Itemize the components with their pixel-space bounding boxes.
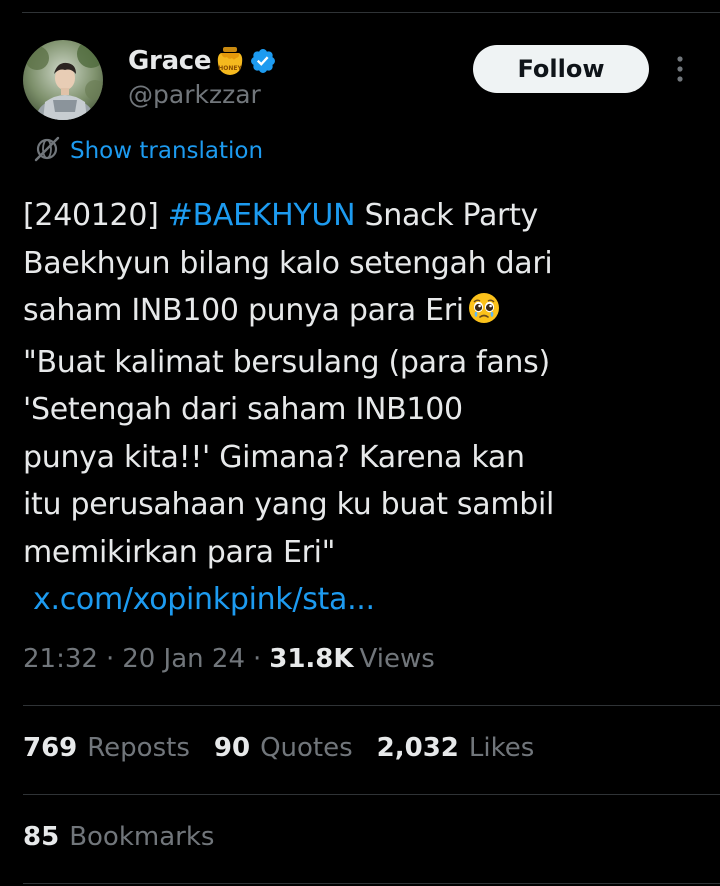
tweet-link[interactable]: x.com/xopinkpink/sta... (23, 582, 375, 617)
globe-icon (34, 136, 60, 166)
hashtag-link[interactable]: #BAEKHYUN (168, 198, 356, 233)
svg-text:HONEY: HONEY (218, 65, 242, 72)
divider-bottom (23, 883, 720, 884)
tweet-line-7: itu perusahaan yang ku buat sambil (23, 487, 555, 522)
tweet-date[interactable]: 20 Jan 24 (122, 644, 245, 674)
tweet-line-1: [240120] #BAEKHYUN Snack Party (23, 192, 683, 240)
views-count: 31.8K (269, 644, 354, 674)
verified-badge-icon (249, 47, 277, 75)
tweet-line-1-rest: Snack Party (364, 198, 539, 233)
meta-separator-2: · (252, 644, 262, 674)
bookmarks-stat[interactable]: 85 Bookmarks (23, 822, 214, 852)
author-handle[interactable]: @parkzzar (128, 80, 261, 109)
tweet-line-6: punya kita!!' Gimana? Karena kan (23, 439, 525, 475)
tweet-line-4: "Buat kalimat bersulang (para fans) (23, 344, 550, 380)
reposts-stat[interactable]: 769 Reposts (23, 733, 190, 763)
follow-button[interactable]: Follow (473, 45, 649, 93)
divider-after-meta (23, 705, 720, 706)
show-translation-label[interactable]: Show translation (70, 138, 263, 164)
tweet-line-2: Baekhyun bilang kalo setengah dari (23, 245, 553, 281)
divider-after-stats (23, 794, 720, 795)
tweet-line-5: 'Setengah dari saham INB100 (23, 392, 463, 427)
tweet-line-3-text: saham INB100 punya para Eri (23, 293, 464, 328)
vertical-dots-icon[interactable] (668, 52, 692, 86)
likes-count: 2,032 (376, 733, 459, 763)
top-divider (22, 12, 720, 13)
honey-pot-icon: HONEY (215, 45, 245, 77)
quotes-stat[interactable]: 90 Quotes (214, 733, 353, 763)
pleading-face-emoji-icon (468, 291, 500, 339)
show-translation-link[interactable]: Show translation (34, 134, 263, 168)
engagement-stats: 769 Reposts 90 Quotes 2,032 Likes (23, 733, 558, 763)
tweet-line-8: memikirkan para Eri" (23, 534, 336, 570)
tweet-text: [240120] #BAEKHYUN Snack Party Baekhyun … (23, 192, 683, 624)
likes-stat[interactable]: 2,032 Likes (377, 733, 535, 763)
tweet-line-9: x.com/xopinkpink/sta... (23, 576, 683, 624)
likes-label: Likes (468, 733, 535, 763)
bookmarks-stat-inner[interactable]: 85 Bookmarks (23, 822, 214, 852)
meta-separator-1: · (105, 644, 115, 674)
views-label: Views (359, 644, 435, 674)
bookmarks-count: 85 (23, 822, 60, 852)
tweet-meta: 21:32 · 20 Jan 24 · 31.8K Views (23, 644, 435, 674)
quotes-count: 90 (213, 733, 251, 763)
tweet-time[interactable]: 21:32 (23, 644, 98, 674)
tweet-date-tag: [240120] (23, 198, 159, 233)
display-name[interactable]: Grace (128, 46, 212, 76)
reposts-label: Reposts (87, 733, 190, 763)
reposts-count: 769 (23, 733, 78, 763)
author-name-row[interactable]: Grace HONEY (128, 44, 277, 78)
bookmarks-label: Bookmarks (69, 822, 215, 852)
tweet-line-3: saham INB100 punya para Eri (23, 287, 683, 339)
quotes-label: Quotes (260, 733, 353, 763)
avatar[interactable] (23, 40, 103, 120)
avatar-image (23, 40, 103, 120)
